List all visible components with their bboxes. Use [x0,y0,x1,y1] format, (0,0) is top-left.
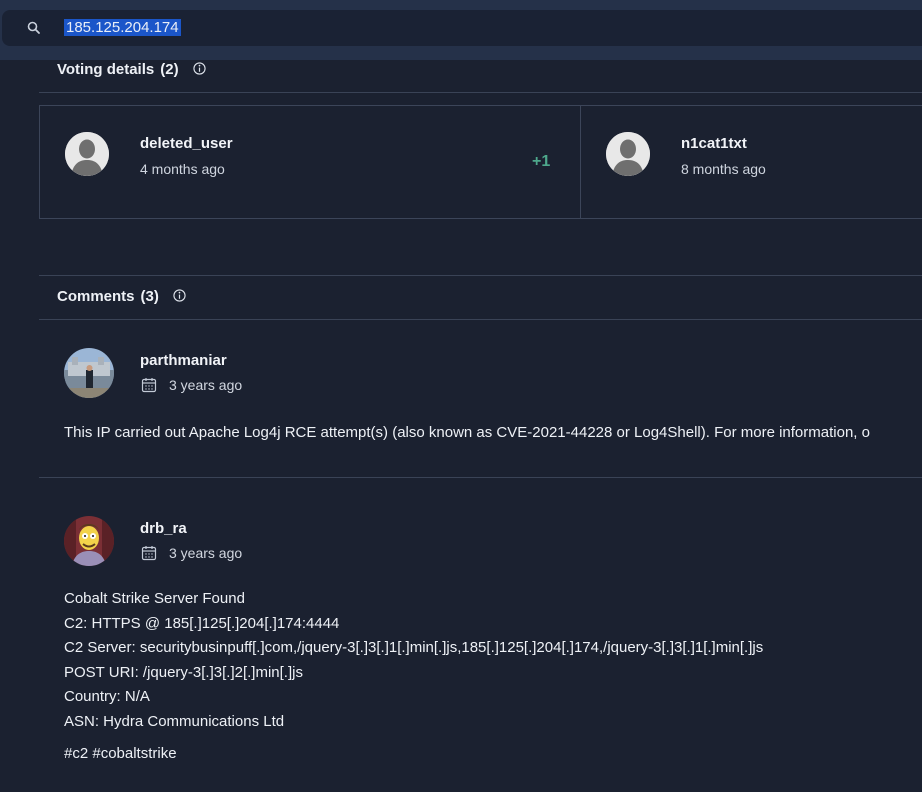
voting-details-title: Voting details [57,61,155,78]
default-user-icon [65,132,109,176]
comments-header: Comments (3) [57,288,186,305]
voting-details-header: Voting details (2) [57,61,206,78]
divider [39,477,922,478]
vote-card: deleted_user 4 months ago +1 [39,105,581,219]
divider [39,275,922,276]
comment-text-line: Country: N/A [64,688,150,705]
default-user-icon [606,132,650,176]
search-query: 185.125.204.174 [64,19,181,36]
comment-text-line: This IP carried out Apache Log4j RCE att… [64,424,870,441]
search-icon [27,21,40,34]
comment-body: Cobalt Strike Server Found C2: HTTPS @ 1… [64,587,763,734]
comment-text-line: C2 Server: securitybusinpuff[.]com,/jque… [64,639,764,656]
comment-text-line: C2: HTTPS @ 185[.]125[.]204[.]174:4444 [64,614,340,632]
user-photo-icon [64,348,114,398]
cartoon-avatar-icon [64,516,114,566]
comment-text-line: Cobalt Strike Server Found [64,590,245,607]
info-icon[interactable] [173,289,186,302]
divider [39,319,922,320]
vote-time: 8 months ago [681,161,766,177]
comment-text-line: ASN: Hydra Communications Ltd [64,712,285,730]
avatar [64,516,114,566]
search-input[interactable]: 185.125.204.174 [64,18,181,38]
voting-details-count: (2) [160,61,179,78]
comment-username[interactable]: parthmaniar [140,352,227,369]
calendar-icon [141,378,157,393]
voter-name[interactable]: deleted_user [140,135,233,152]
comment-username[interactable]: drb_ra [140,520,187,537]
info-icon[interactable] [193,62,206,75]
top-bar: 185.125.204.174 [0,0,922,60]
comments-count: (3) [140,288,159,305]
comments-title: Comments [57,288,135,305]
calendar-icon [141,546,157,561]
avatar [606,132,650,176]
vote-score: +1 [532,153,551,170]
comment-time: 3 years ago [169,545,243,561]
search-box[interactable]: 185.125.204.174 [2,10,922,46]
vote-time: 4 months ago [140,161,225,177]
comment-time: 3 years ago [169,377,243,393]
comment-body: This IP carried out Apache Log4j RCE att… [64,421,870,446]
voter-name[interactable]: n1cat1txt [681,135,747,152]
comment-text-line: POST URI: /jquery-3[.]3[.]2[.]min[.]js [64,663,303,681]
divider [39,92,922,93]
vote-card: n1cat1txt 8 months ago [580,105,922,219]
avatar [64,348,114,398]
avatar [65,132,109,176]
comment-tags[interactable]: #c2 #cobaltstrike [64,745,177,762]
